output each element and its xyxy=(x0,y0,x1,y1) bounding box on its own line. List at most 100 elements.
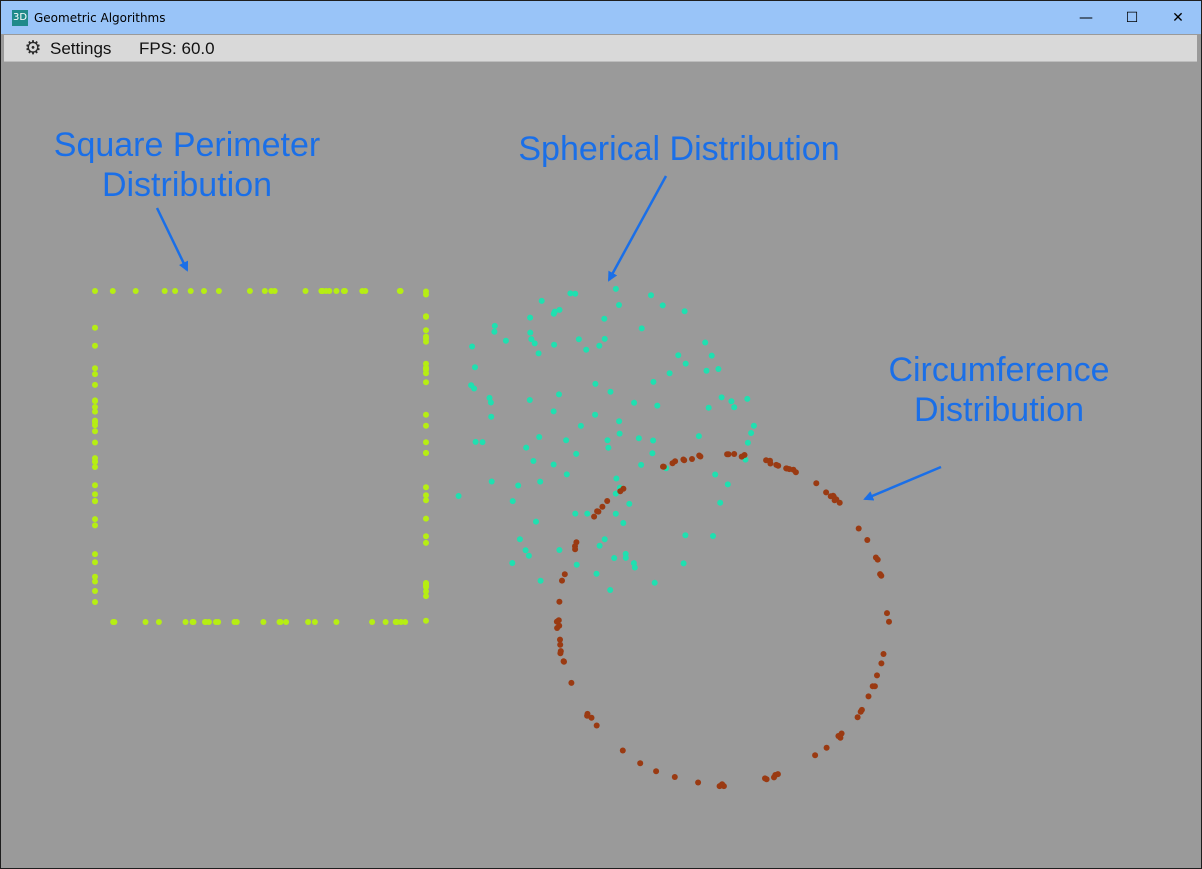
circle-point xyxy=(557,641,564,648)
square-point xyxy=(132,288,139,294)
square-point xyxy=(92,578,98,585)
square-point xyxy=(423,327,429,334)
sphere-point xyxy=(630,560,637,567)
square-point xyxy=(187,288,194,294)
square-point xyxy=(423,288,429,295)
sphere-point xyxy=(616,430,623,437)
sphere-point xyxy=(596,542,603,549)
sphere-point xyxy=(533,518,539,525)
sphere-point xyxy=(563,471,570,478)
sphere-point xyxy=(551,341,558,348)
sphere-point xyxy=(710,533,716,539)
sphere-point xyxy=(563,437,570,444)
title-bar[interactable]: 3D Geometric Algorithms — ☐ ✕ xyxy=(1,1,1201,34)
spherical-distribution-points xyxy=(455,285,757,593)
circle-point xyxy=(555,617,562,624)
sphere-point xyxy=(596,342,603,349)
circle-point xyxy=(823,489,830,496)
square-point xyxy=(398,619,404,625)
sphere-point xyxy=(573,450,580,457)
sphere-point xyxy=(538,297,545,304)
circle-point xyxy=(671,774,678,780)
sphere-point xyxy=(659,302,666,309)
minimize-button[interactable]: — xyxy=(1063,1,1109,34)
fps-counter: FPS: 60.0 xyxy=(139,39,215,58)
square-point xyxy=(172,288,179,294)
sphere-point xyxy=(620,520,627,526)
circle-point xyxy=(672,458,679,465)
sphere-point xyxy=(631,399,638,406)
sphere-point xyxy=(650,437,657,444)
sphere-point xyxy=(551,308,558,315)
render-viewport[interactable]: Square Perimeter Distribution Spherical … xyxy=(4,62,1197,866)
square-annotation-arrow xyxy=(155,207,189,272)
sphere-point xyxy=(748,430,755,436)
square-point xyxy=(92,288,98,294)
sphere-point xyxy=(680,560,687,567)
circle-point xyxy=(591,513,598,520)
square-point xyxy=(92,381,98,388)
circle-point xyxy=(773,461,780,468)
square-annotation-line-2: Distribution xyxy=(102,166,272,204)
circle-point xyxy=(695,779,702,786)
sphere-point xyxy=(616,418,623,425)
square-point xyxy=(423,515,429,522)
circle-point xyxy=(830,492,837,499)
close-button[interactable]: ✕ xyxy=(1155,1,1201,34)
square-point xyxy=(92,522,98,529)
sphere-point xyxy=(718,394,725,401)
square-point xyxy=(92,404,98,410)
settings-menu[interactable]: Settings xyxy=(50,39,111,59)
square-point xyxy=(311,619,318,625)
circle-point xyxy=(836,499,843,506)
sphere-point xyxy=(535,350,542,357)
square-point xyxy=(423,411,429,418)
square-point xyxy=(271,288,278,294)
square-point xyxy=(382,619,389,625)
sphere-point xyxy=(715,366,722,372)
sphere-point xyxy=(556,391,562,398)
sphere-point xyxy=(455,493,462,499)
spherical-annotation-arrow xyxy=(607,175,668,282)
square-perimeter-points xyxy=(92,288,429,625)
sphere-point xyxy=(528,336,535,343)
square-point xyxy=(397,288,404,294)
circle-point xyxy=(874,672,880,679)
circle-point xyxy=(660,463,667,470)
sphere-point xyxy=(666,370,673,377)
square-point xyxy=(109,288,116,294)
square-point xyxy=(201,288,207,294)
circle-point xyxy=(637,760,644,767)
sphere-point xyxy=(702,339,709,346)
circle-point xyxy=(559,577,565,584)
circle-point xyxy=(855,525,862,532)
circle-point xyxy=(812,752,819,759)
sphere-point xyxy=(626,500,633,507)
circle-point xyxy=(838,730,845,737)
square-point xyxy=(305,619,312,625)
square-point xyxy=(189,619,196,625)
maximize-button[interactable]: ☐ xyxy=(1109,1,1155,34)
square-point xyxy=(142,619,149,625)
sphere-point xyxy=(522,547,529,554)
circle-point xyxy=(813,480,820,487)
sphere-point xyxy=(638,461,645,468)
circle-point xyxy=(854,714,861,721)
sphere-point xyxy=(509,498,516,505)
sphere-point xyxy=(635,435,642,442)
sphere-point xyxy=(469,343,476,350)
square-point xyxy=(423,533,429,540)
circle-point xyxy=(599,503,606,510)
square-point xyxy=(92,417,98,424)
square-point xyxy=(92,324,98,331)
circle-point xyxy=(593,722,600,729)
sphere-point xyxy=(604,437,611,444)
square-point xyxy=(423,439,429,446)
circle-point xyxy=(560,658,567,665)
sphere-point xyxy=(744,395,751,402)
circle-point xyxy=(572,546,579,553)
sphere-point xyxy=(601,315,608,322)
sphere-point xyxy=(695,433,702,440)
gear-icon[interactable]: ⚙ xyxy=(23,38,43,58)
sphere-point xyxy=(530,458,537,464)
